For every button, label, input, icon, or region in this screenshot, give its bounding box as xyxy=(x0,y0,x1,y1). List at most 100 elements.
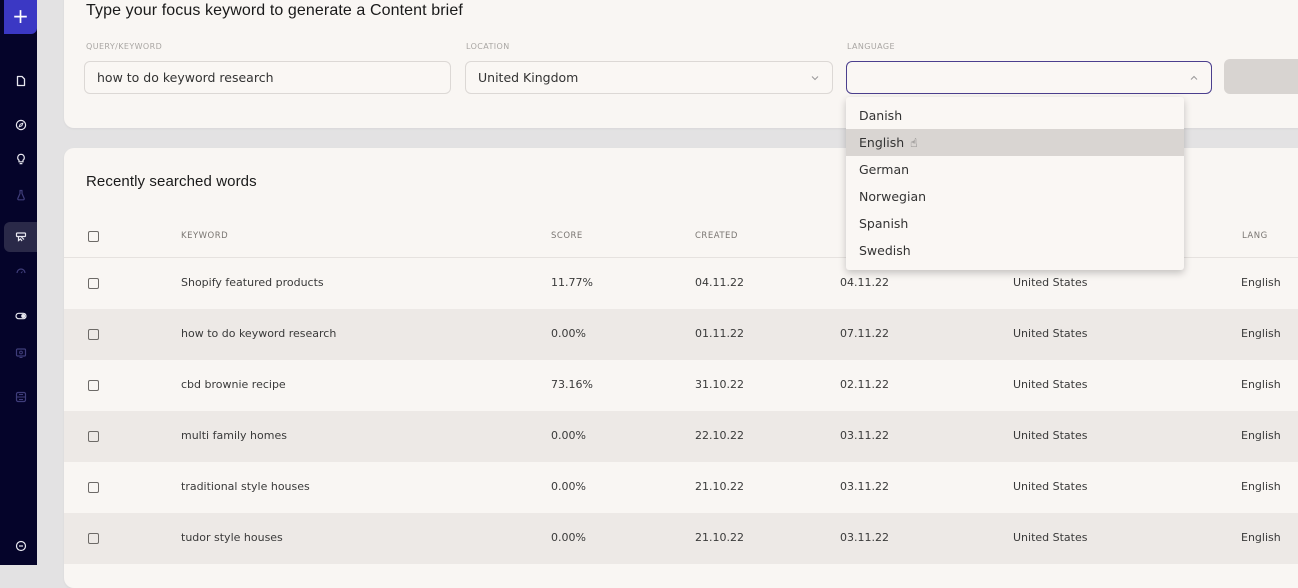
language-dropdown-menu: Danish English ☝ German Norwegian Spanish Swed… xyxy=(846,97,1184,270)
language-option-norwegian[interactable]: Norwegian xyxy=(846,183,1184,210)
sidebar-item-integrations[interactable] xyxy=(4,384,37,410)
cell-location: United States xyxy=(1013,378,1088,391)
column-header-score[interactable]: SCORE xyxy=(551,231,583,241)
chevron-down-icon xyxy=(811,75,819,80)
cell-location: United States xyxy=(1013,480,1088,493)
language-option-label: German xyxy=(859,162,910,177)
query-input[interactable]: how to do keyword research xyxy=(84,61,451,94)
cell-score: 73.16% xyxy=(551,378,593,391)
sidebar-item-ideas[interactable] xyxy=(4,146,37,172)
select-all-checkbox[interactable] xyxy=(88,231,99,242)
cell-updated: 03.11.22 xyxy=(840,429,889,442)
cell-score: 11.77% xyxy=(551,276,593,289)
location-select[interactable]: United Kingdom xyxy=(465,61,833,94)
column-header-created[interactable]: CREATED xyxy=(695,231,738,241)
language-option-spanish[interactable]: Spanish xyxy=(846,210,1184,237)
column-header-keyword[interactable]: KEYWORD xyxy=(181,231,228,241)
row-checkbox[interactable] xyxy=(88,329,99,340)
language-option-label: Danish xyxy=(859,108,903,123)
compass-icon xyxy=(15,119,26,131)
cell-location: United States xyxy=(1013,276,1088,289)
cell-lang: English xyxy=(1241,378,1281,391)
language-label: LANGUAGE xyxy=(847,42,895,51)
cell-lang: English xyxy=(1241,327,1281,340)
sidebar-item-documents[interactable] xyxy=(4,68,37,94)
row-checkbox[interactable] xyxy=(88,431,99,442)
cell-score: 0.00% xyxy=(551,480,586,493)
table-row[interactable]: cbd brownie recipe 73.16% 31.10.22 02.11.22… xyxy=(64,360,1298,411)
cell-created: 22.10.22 xyxy=(695,429,744,442)
cell-created: 21.10.22 xyxy=(695,531,744,544)
table-row[interactable]: tudor style houses 0.00% 21.10.22 03.11.22 U… xyxy=(64,513,1298,564)
recent-searches-title: Recently searched words xyxy=(86,173,257,190)
flask-icon xyxy=(16,189,25,201)
collapse-icon xyxy=(15,540,26,552)
query-label: QUERY/KEYWORD xyxy=(86,42,163,51)
row-checkbox[interactable] xyxy=(88,380,99,391)
row-checkbox[interactable] xyxy=(88,278,99,289)
cell-lang: English xyxy=(1241,480,1281,493)
cell-created: 31.10.22 xyxy=(695,378,744,391)
location-label: LOCATION xyxy=(466,42,510,51)
language-option-german[interactable]: German xyxy=(846,156,1184,183)
cell-lang: English xyxy=(1241,276,1281,289)
sidebar-item-toggle[interactable] xyxy=(4,303,37,329)
monitor-icon xyxy=(15,348,26,358)
cell-updated: 04.11.22 xyxy=(840,276,889,289)
document-icon xyxy=(16,75,25,87)
cell-keyword[interactable]: cbd brownie recipe xyxy=(181,378,286,391)
gauge-icon xyxy=(15,268,26,274)
sidebar-item-content-brief[interactable] xyxy=(4,222,37,252)
language-option-label: Spanish xyxy=(859,216,909,231)
cell-updated: 03.11.22 xyxy=(840,531,889,544)
row-checkbox[interactable] xyxy=(88,482,99,493)
query-input-value: how to do keyword research xyxy=(97,70,274,85)
cell-location: United States xyxy=(1013,531,1088,544)
lightbulb-icon xyxy=(16,153,25,165)
cell-updated: 07.11.22 xyxy=(840,327,889,340)
content-brief-icon xyxy=(15,232,26,242)
language-option-label: English xyxy=(859,135,905,150)
cell-score: 0.00% xyxy=(551,531,586,544)
sidebar-item-lab[interactable] xyxy=(4,182,37,208)
language-select[interactable] xyxy=(846,61,1212,94)
language-option-swedish[interactable]: Swedish xyxy=(846,237,1184,264)
table-row[interactable]: multi family homes 0.00% 22.10.22 03.11.22 U… xyxy=(64,411,1298,462)
row-checkbox[interactable] xyxy=(88,533,99,544)
sidebar-item-performance[interactable] xyxy=(4,258,37,284)
cell-keyword[interactable]: how to do keyword research xyxy=(181,327,336,340)
sidebar-collapse-button[interactable] xyxy=(4,533,37,559)
table-row[interactable]: traditional style houses 0.00% 21.10.22 03.… xyxy=(64,462,1298,513)
cell-location: United States xyxy=(1013,327,1088,340)
cell-keyword[interactable]: tudor style houses xyxy=(181,531,283,544)
cell-lang: English xyxy=(1241,429,1281,442)
cell-score: 0.00% xyxy=(551,327,586,340)
sidebar-item-explore[interactable] xyxy=(4,112,37,138)
toggle-icon xyxy=(14,312,27,320)
new-item-button[interactable]: + xyxy=(4,0,37,34)
form-title: Type your focus keyword to generate a Co… xyxy=(86,2,463,19)
language-option-english[interactable]: English ☝ xyxy=(846,129,1184,156)
generate-brief-button[interactable] xyxy=(1224,59,1298,94)
table-row[interactable]: how to do keyword research 0.00% 01.11.22 0… xyxy=(64,309,1298,360)
cell-created: 04.11.22 xyxy=(695,276,744,289)
cell-updated: 03.11.22 xyxy=(840,480,889,493)
cell-score: 0.00% xyxy=(551,429,586,442)
location-select-value: United Kingdom xyxy=(478,70,579,85)
cell-updated: 02.11.22 xyxy=(840,378,889,391)
sidebar-item-monitor[interactable] xyxy=(4,340,37,366)
column-header-lang[interactable]: LANG xyxy=(1242,231,1268,241)
language-option-danish[interactable]: Danish xyxy=(846,102,1184,129)
cell-created: 21.10.22 xyxy=(695,480,744,493)
cell-keyword[interactable]: multi family homes xyxy=(181,429,287,442)
cell-keyword[interactable]: Shopify featured products xyxy=(181,276,324,289)
language-option-label: Norwegian xyxy=(859,189,927,204)
cell-lang: English xyxy=(1241,531,1281,544)
cell-created: 01.11.22 xyxy=(695,327,744,340)
cell-location: United States xyxy=(1013,429,1088,442)
language-option-label: Swedish xyxy=(859,243,911,258)
plus-icon: + xyxy=(12,4,29,28)
cell-keyword[interactable]: traditional style houses xyxy=(181,480,310,493)
chevron-up-icon xyxy=(1190,75,1198,80)
sidebar: + xyxy=(0,0,37,565)
